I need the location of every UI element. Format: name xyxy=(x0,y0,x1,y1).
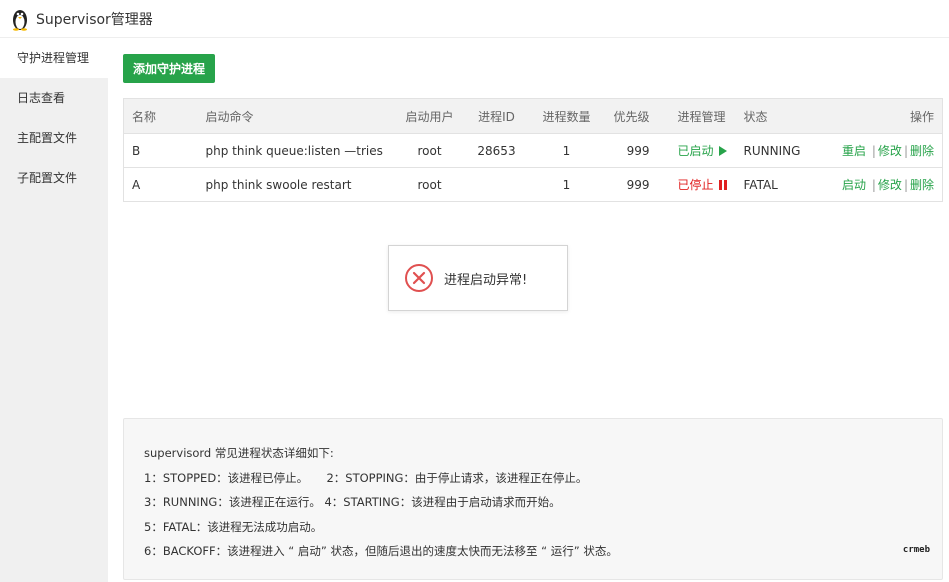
ops-separator: | xyxy=(871,178,876,192)
error-toast: 进程启动异常! xyxy=(388,245,568,311)
cell-ops: 重启 | 修改 | 删除 xyxy=(825,133,943,168)
cell-count: 1 xyxy=(562,177,571,192)
ops-separator: | xyxy=(871,144,876,158)
info-line: 1：STOPPED：该进程已停止。 2：STOPPING：由于停止请求，该进程正… xyxy=(144,470,588,485)
watermark: crmeb xyxy=(902,545,930,555)
cell-name: B xyxy=(123,133,198,168)
sidebar-item-process-management[interactable]: 守护进程管理 xyxy=(0,38,108,78)
manage-running-label: 已启动 xyxy=(677,144,714,158)
info-line: supervisord 常见进程状态详细如下: xyxy=(144,446,334,460)
cell-pid: 28653 xyxy=(465,133,528,168)
header-name: 名称 xyxy=(123,98,198,134)
header-command: 启动命令 xyxy=(197,98,394,134)
info-line: 3：RUNNING：该进程正在运行。 4：STARTING：该进程由于启动请求而… xyxy=(144,495,561,509)
cell-manage: 已启动 xyxy=(657,133,736,168)
cell-name: A xyxy=(132,177,141,192)
table-row: A php think swoole restart root 1 999 已停… xyxy=(124,168,943,202)
edit-link[interactable]: 修改 xyxy=(878,178,902,192)
header-status: 状态 xyxy=(735,98,826,134)
delete-link[interactable]: 删除 xyxy=(910,144,934,158)
header-priority: 优先级 xyxy=(605,98,658,134)
cell-priority: 999 xyxy=(605,133,658,168)
title-bar: Supervisor管理器 xyxy=(0,0,949,38)
header-ops: 操作 xyxy=(825,98,943,134)
sidebar-item-log-view[interactable]: 日志查看 xyxy=(0,78,108,118)
header-count: 进程数量 xyxy=(527,98,606,134)
cell-priority: 999 xyxy=(626,177,650,192)
main-content: 添加守护进程 名称 启动命令 启动用户 进程ID 进程数量 优先级 进程管理 状… xyxy=(108,38,949,582)
pause-icon[interactable] xyxy=(718,180,727,190)
table-row: B php think queue:listen —tries root 286… xyxy=(123,133,943,168)
cell-command: php think swoole restart xyxy=(205,177,352,192)
header-user: 启动用户 xyxy=(393,98,466,134)
cell-count: 1 xyxy=(527,133,606,168)
manage-stopped-label: 已停止 xyxy=(677,178,714,192)
process-table: 名称 启动命令 启动用户 进程ID 进程数量 优先级 进程管理 状态 操作 B … xyxy=(123,98,943,202)
sidebar-item-sub-config[interactable]: 子配置文件 xyxy=(0,158,108,198)
start-link[interactable]: 启动 xyxy=(842,178,866,192)
info-line: 6：BACKOFF：该进程进入 “ 启动” 状态，但随后退出的速度太快而无法移至… xyxy=(144,544,618,558)
cell-command: php think queue:listen —tries xyxy=(197,133,394,168)
status-info-panel: supervisord 常见进程状态详细如下: 1：STOPPED：该进程已停止… xyxy=(123,418,943,580)
cell-user: root xyxy=(417,177,442,192)
error-circle-icon xyxy=(405,264,433,292)
ops-separator: | xyxy=(903,144,908,158)
play-icon[interactable] xyxy=(718,146,727,156)
restart-link[interactable]: 重启 xyxy=(842,144,866,158)
header-manage: 进程管理 xyxy=(657,98,736,134)
header-pid: 进程ID xyxy=(465,98,528,134)
penguin-logo-icon xyxy=(13,9,27,31)
cell-status: RUNNING xyxy=(735,133,826,168)
ops-separator: | xyxy=(903,178,908,192)
cell-status: FATAL xyxy=(743,177,778,192)
cell-user: root xyxy=(393,133,466,168)
cell-pid xyxy=(466,168,528,202)
cell-manage: 已停止 xyxy=(658,168,736,202)
sidebar-item-main-config[interactable]: 主配置文件 xyxy=(0,118,108,158)
cell-ops: 启动 | 修改 | 删除 xyxy=(826,168,943,202)
toast-message: 进程启动异常! xyxy=(444,272,528,288)
delete-link[interactable]: 删除 xyxy=(910,178,934,192)
add-process-button[interactable]: 添加守护进程 xyxy=(123,54,216,83)
sidebar: 守护进程管理 日志查看 主配置文件 子配置文件 xyxy=(0,38,108,582)
table-header-row: 名称 启动命令 启动用户 进程ID 进程数量 优先级 进程管理 状态 操作 xyxy=(123,98,943,134)
edit-link[interactable]: 修改 xyxy=(878,144,902,158)
app-title: Supervisor管理器 xyxy=(36,11,153,28)
info-line: 5：FATAL：该进程无法成功启动。 xyxy=(144,519,323,534)
